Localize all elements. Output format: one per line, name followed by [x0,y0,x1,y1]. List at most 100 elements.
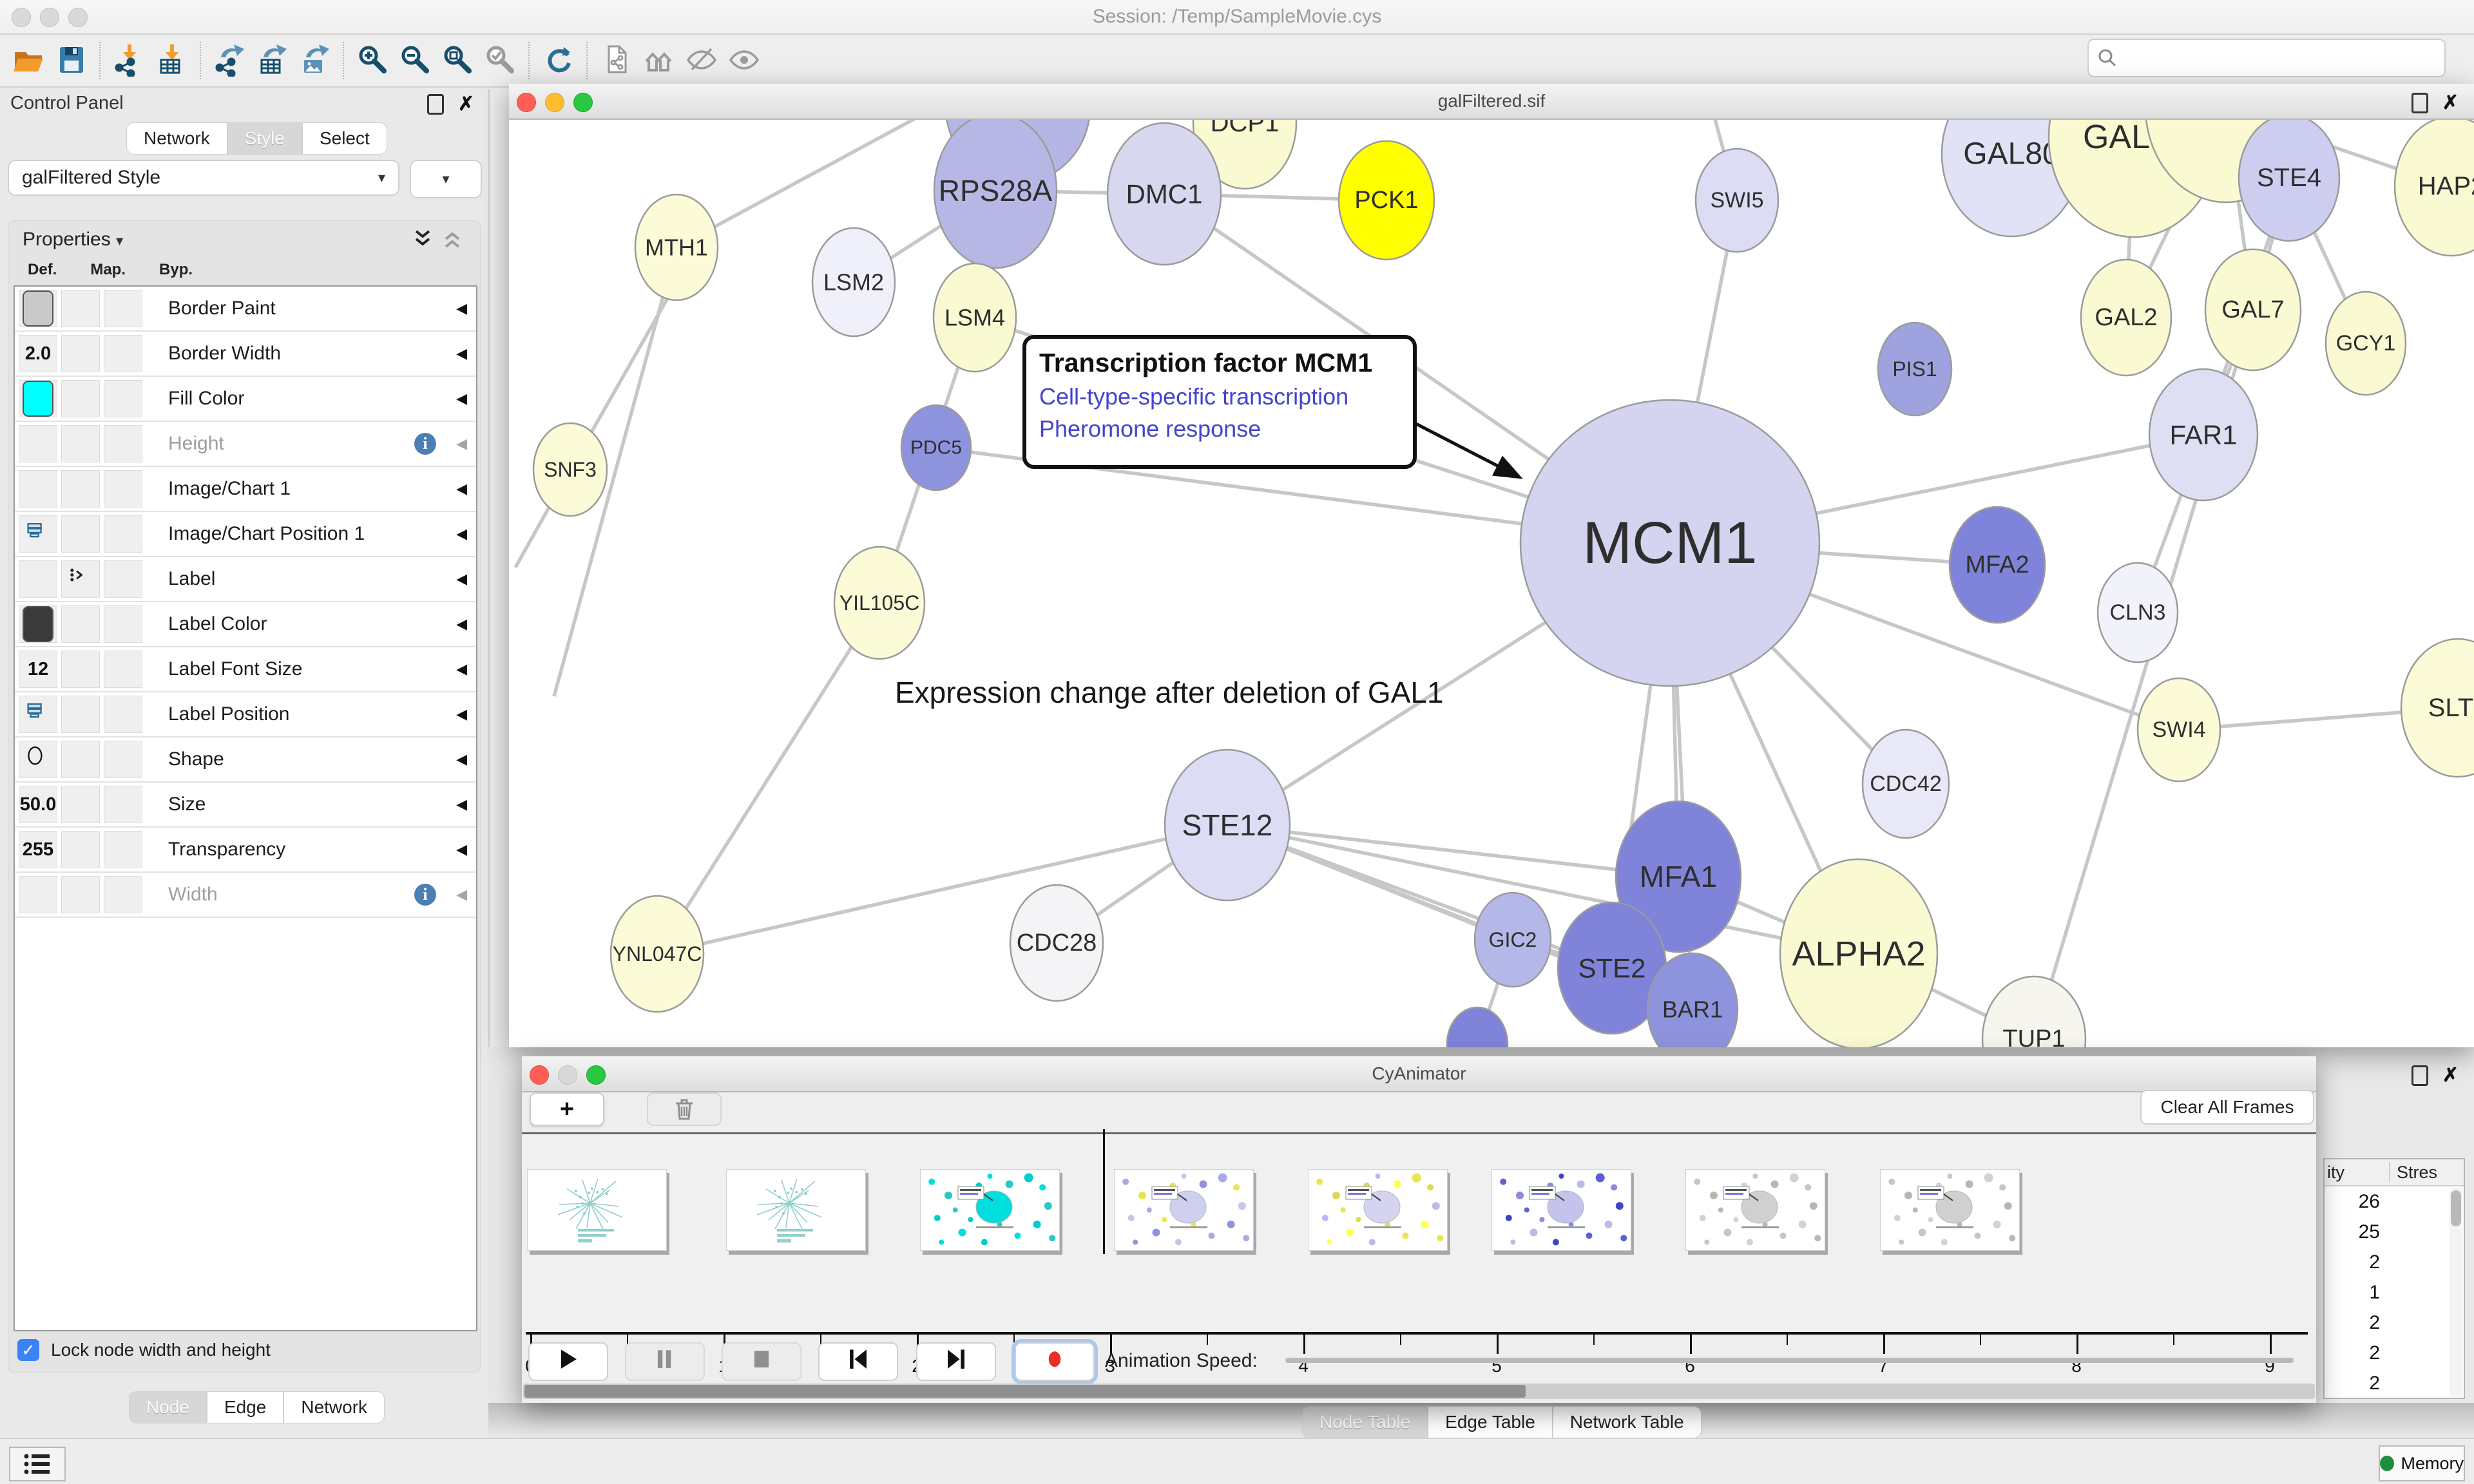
node-cdc42[interactable]: CDC42 [1863,730,1949,838]
add-frame-button[interactable]: + [530,1092,604,1126]
property-row-label-font-size[interactable]: 12Label Font Size◀ [15,647,476,692]
network-edge[interactable] [676,120,966,247]
property-row-label[interactable]: Label◀ [15,557,476,602]
byp-cell[interactable] [104,651,142,688]
def-cell[interactable] [19,741,57,778]
expand-chevron-icon[interactable]: ◀ [456,616,467,633]
table-row[interactable]: 26 [2325,1186,2380,1217]
tab-node[interactable]: Node [129,1391,207,1423]
ellipse-shape-icon[interactable] [25,745,51,774]
map-cell[interactable] [61,696,100,733]
info-icon[interactable]: i [414,433,436,455]
zoom-in-button[interactable] [352,40,394,81]
map-cell[interactable] [61,425,100,462]
float-icon[interactable] [2412,93,2428,113]
minimize-button[interactable] [558,1065,577,1085]
table-row[interactable]: 2 [2325,1398,2380,1399]
map-cell[interactable] [61,605,100,643]
node-ste12[interactable]: STE12 [1165,750,1290,900]
export-network-button[interactable] [209,40,251,81]
minimize-button[interactable] [545,93,564,112]
open-session-button[interactable] [8,40,50,81]
def-cell[interactable]: 12 [19,651,57,688]
node-mcm1[interactable]: MCM1 [1520,400,1819,686]
map-cell[interactable] [61,290,100,327]
play-button[interactable] [528,1342,608,1381]
hide-selected-button[interactable] [680,40,723,81]
style-selector[interactable]: galFiltered Style ▾ [8,160,399,196]
default-value[interactable]: 50.0 [20,794,56,815]
def-cell[interactable]: 255 [19,831,57,868]
record-button[interactable] [1015,1342,1095,1381]
node-gal2[interactable]: GAL2 [2081,260,2171,376]
node-pis1[interactable]: PIS1 [1878,323,1951,415]
expand-all-icon[interactable] [413,229,432,249]
task-history-button[interactable] [9,1447,66,1481]
map-cell[interactable] [61,876,100,913]
close-icon[interactable]: ✗ [2442,1067,2459,1084]
node-ste4[interactable]: STE4 [2239,120,2339,241]
node-hap2[interactable]: HAP2 [2395,120,2474,256]
frame-thumbnail-5[interactable] [1308,1169,1448,1251]
node-lsm2[interactable]: LSM2 [812,228,895,336]
animation-speed-slider[interactable] [1285,1358,2294,1363]
column-header-centrality[interactable]: ity [2327,1163,2345,1183]
node-pdc5[interactable]: PDC5 [901,405,971,490]
def-cell[interactable] [19,560,57,598]
node-cln3[interactable]: CLN3 [2098,563,2178,662]
properties-header[interactable]: Properties ▾ [23,229,123,251]
expand-chevron-icon[interactable]: ◀ [456,796,467,813]
zoom-out-button[interactable] [394,40,437,81]
skip-end-button[interactable] [916,1342,996,1381]
float-icon[interactable] [427,94,444,115]
info-icon[interactable]: i [414,884,436,906]
map-cell[interactable] [61,470,100,508]
def-cell[interactable] [19,876,57,913]
node-lsm4[interactable]: LSM4 [934,263,1016,372]
tab-style[interactable]: Style [227,122,302,155]
zoom-button[interactable] [573,93,593,112]
column-divider[interactable] [2389,1162,2390,1183]
cyanimator-timeline[interactable]: 0123456789 Seconds [522,1134,2316,1333]
node-cdc28[interactable]: CDC28 [1010,885,1103,1001]
tab-network[interactable]: Network [283,1391,385,1423]
skip-start-button[interactable] [818,1342,898,1381]
map-cell[interactable] [61,515,100,553]
stop-button[interactable] [722,1342,801,1381]
node-tup1[interactable]: TUP1 [1982,976,2086,1047]
style-options-button[interactable]: ▾ [410,160,482,198]
node-swi5[interactable]: SWI5 [1696,149,1778,252]
close-icon[interactable]: ✗ [2442,95,2459,111]
frame-thumbnail-1[interactable] [527,1169,667,1251]
frame-thumbnail-4[interactable] [1114,1169,1254,1251]
property-row-label-color[interactable]: Label Color◀ [15,602,476,647]
node-unlabeled[interactable] [1447,1007,1508,1047]
show-all-button[interactable] [723,40,765,81]
frame-thumbnail-3[interactable] [920,1169,1060,1251]
expand-chevron-icon[interactable]: ◀ [456,300,467,317]
byp-cell[interactable] [104,515,142,553]
default-swatch[interactable] [23,290,53,327]
def-cell[interactable] [19,605,57,643]
expand-chevron-icon[interactable]: ◀ [456,435,467,452]
network-canvas[interactable]: RPS28ADCP1DMC1PCK1SWI5GAL80GAL11STE4HAP2… [509,120,2474,1047]
byp-cell[interactable] [104,560,142,598]
node-mfa2[interactable]: MFA2 [1950,507,2045,623]
node-ynl047c[interactable]: YNL047C [611,896,704,1012]
map-cell[interactable] [61,560,100,598]
mcm1-annotation[interactable]: Transcription factor MCM1 Cell-type-spec… [1022,335,1417,469]
expand-chevron-icon[interactable]: ◀ [456,706,467,723]
column-header-stress[interactable]: Stres [2397,1163,2437,1183]
table-row[interactable]: 2 [2325,1368,2380,1398]
node-yil105c[interactable]: YIL105C [834,547,925,659]
frame-thumbnail-8[interactable] [1880,1169,2020,1251]
annotation-link-1[interactable]: Cell-type-specific transcription [1039,383,1400,410]
network-edge[interactable] [657,603,879,954]
expand-chevron-icon[interactable]: ◀ [456,751,467,768]
default-value[interactable]: 12 [28,659,48,680]
zoom-fit-button[interactable] [437,40,479,81]
table-row[interactable]: 25 [2325,1217,2380,1247]
collapse-all-icon[interactable] [443,229,462,249]
map-cell[interactable] [61,380,100,417]
tab-network-table[interactable]: Network Table [1553,1406,1702,1438]
